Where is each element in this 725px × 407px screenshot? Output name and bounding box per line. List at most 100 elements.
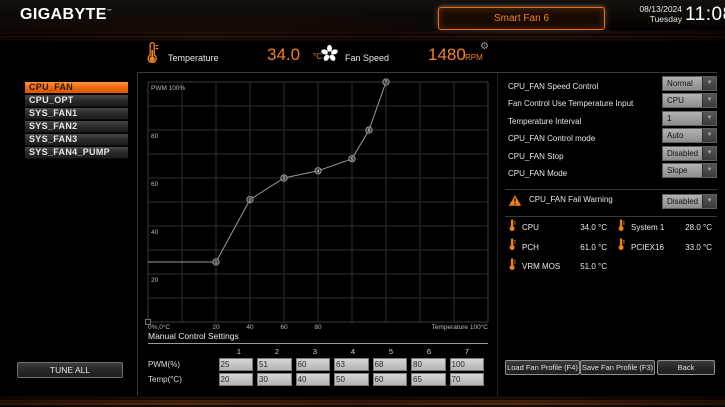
mcs-cell-temp-c-5[interactable]: 60	[373, 373, 408, 386]
sidebar-item-sys-fan4-pump[interactable]: SYS_FAN4_PUMP	[25, 147, 128, 159]
sidebar-item-sys-fan2[interactable]: SYS_FAN2	[25, 121, 128, 133]
mcs-cell-temp-c-2[interactable]: 30	[257, 373, 292, 386]
chevron-down-icon: ▼	[702, 112, 716, 125]
mcs-column-3: 3	[298, 347, 332, 356]
dropdown-cpu-fan-fail-warning[interactable]: Disabled ▼	[662, 194, 717, 209]
fail-warning-label: CPU_FAN Fail Warning	[529, 193, 613, 207]
setting-label: CPU_FAN Stop	[508, 152, 564, 161]
mcs-cell-temp-c-3[interactable]: 40	[296, 373, 331, 386]
tune-all-button[interactable]: TUNE ALL	[17, 362, 123, 378]
mcs-column-6: 6	[412, 347, 446, 356]
temperature-label: Temperature	[168, 53, 219, 63]
temperature-readings: CPU34.0 °CSystem 128.0 °CPCH61.0 °CPCIEX…	[508, 221, 717, 273]
warning-icon	[508, 194, 522, 212]
dropdown-value: Disabled	[663, 195, 702, 208]
mcs-cell-temp-c-1[interactable]: 20	[219, 373, 254, 386]
setting-row-temperature-interval: Temperature Interval1▼	[508, 111, 717, 128]
save-fan-profile-button[interactable]: Save Fan Profile (F3)	[580, 360, 655, 375]
mcs-column-5: 5	[374, 347, 408, 356]
thermometer-icon	[146, 42, 159, 70]
y-axis-top-label: PWM 100%	[151, 85, 186, 92]
dropdown-temperature-interval[interactable]: 1▼	[662, 111, 717, 126]
chevron-down-icon: ▼	[702, 195, 716, 208]
setting-row-cpu-fan-stop: CPU_FAN Stop Disabled▼	[508, 146, 717, 163]
dropdown-value: CPU	[663, 94, 702, 107]
mcs-cell-temp-c-6[interactable]: 65	[411, 373, 446, 386]
setting-label: CPU_FAN Control mode	[508, 134, 595, 143]
thermometer-icon	[508, 219, 517, 237]
dropdown-value: Slope	[663, 164, 702, 177]
mcs-cell-pwm-4[interactable]: 63	[334, 358, 369, 371]
fan-speed-value: 1480	[428, 45, 466, 65]
sidebar-item-sys-fan3[interactable]: SYS_FAN3	[25, 134, 128, 146]
temp-value: 28.0 °C	[685, 223, 712, 232]
divider-fail-top	[505, 189, 717, 190]
setting-label: CPU_FAN Mode	[508, 169, 567, 178]
divider-top	[137, 72, 717, 73]
divider-fail-bottom	[505, 216, 717, 217]
dropdown-cpu-fan-speed-control[interactable]: Normal▼	[662, 76, 717, 91]
x-tick-label: 60	[280, 324, 288, 331]
mcs-row-temp-c: Temp(°C)20304050606570	[148, 373, 488, 386]
x-tick-label: 20	[212, 324, 220, 331]
trademark: ™	[107, 9, 112, 15]
mcs-column-4: 4	[336, 347, 370, 356]
manual-control-title: Manual Control Settings	[148, 331, 488, 344]
dropdown-value: Disabled	[663, 147, 702, 160]
mcs-row-label: PWM(%)	[148, 360, 219, 369]
temp-value: 61.0 °C	[580, 243, 607, 252]
temp-reading-vrm-mos: VRM MOS51.0 °C	[508, 260, 607, 273]
thermometer-icon	[508, 238, 517, 256]
sidebar-item-sys-fan1[interactable]: SYS_FAN1	[25, 108, 128, 120]
temp-label: CPU	[522, 223, 539, 232]
sidebar-item-cpu-opt[interactable]: CPU_OPT	[25, 95, 128, 107]
logo-text: GIGABYTE	[20, 6, 107, 23]
fan-curve-chart[interactable]: PWM 100%806040200%,0°C20406080Temperatur…	[140, 76, 495, 334]
origin-marker	[146, 320, 151, 325]
sidebar-item-cpu-fan[interactable]: CPU_FAN	[25, 82, 128, 94]
top-streak-decoration	[0, 30, 725, 41]
temp-value: 51.0 °C	[580, 262, 607, 271]
fan-speed-unit: RPM	[465, 53, 483, 62]
y-tick-label: 60	[151, 181, 159, 188]
gear-icon[interactable]: ⚙	[480, 41, 489, 52]
mcs-cell-pwm-7[interactable]: 100	[450, 358, 485, 371]
dropdown-value: Auto	[663, 129, 702, 142]
temp-label: PCH	[522, 243, 539, 252]
mcs-cell-pwm-6[interactable]: 80	[411, 358, 446, 371]
mcs-column-1: 1	[222, 347, 256, 356]
mcs-cell-pwm-1[interactable]: 25	[219, 358, 254, 371]
load-fan-profile-button[interactable]: Load Fan Profile (F4)	[505, 360, 580, 375]
setting-row-cpu-fan-control-mode: CPU_FAN Control mode Auto▼	[508, 128, 717, 145]
setting-row-fan-control-use-temperature-input: Fan Control Use Temperature Input CPU▼	[508, 93, 717, 110]
temp-value: 33.0 °C	[685, 243, 712, 252]
temp-value: 34.0 °C	[580, 223, 607, 232]
setting-label: Fan Control Use Temperature Input	[508, 99, 633, 108]
mcs-cell-temp-c-7[interactable]: 70	[450, 373, 485, 386]
fan-channel-list: CPU_FANCPU_OPTSYS_FAN1SYS_FAN2SYS_FAN3SY…	[25, 82, 128, 160]
temp-reading-pciex16: PCIEX1633.0 °C	[617, 241, 712, 254]
mcs-cell-pwm-2[interactable]: 51	[257, 358, 292, 371]
fan-icon	[320, 44, 339, 68]
dropdown-fan-control-use-temperature-input[interactable]: CPU▼	[662, 93, 717, 108]
dropdown-cpu-fan-control-mode[interactable]: Auto▼	[662, 128, 717, 143]
smart-fan-screen: GIGABYTE™ Smart Fan 6 08/13/2024 Tuesday…	[0, 0, 725, 407]
x-tick-label: 40	[246, 324, 254, 331]
dropdown-cpu-fan-stop[interactable]: Disabled▼	[662, 146, 717, 161]
x-tick-label: 80	[314, 324, 322, 331]
mcs-cell-pwm-5[interactable]: 68	[373, 358, 408, 371]
manual-control-settings: Manual Control Settings 1234567 PWM(%)25…	[148, 331, 488, 386]
back-button[interactable]: Back	[657, 360, 715, 375]
x-axis-left-label: 0%,0°C	[148, 323, 170, 331]
chevron-down-icon: ▼	[702, 77, 716, 90]
mcs-cell-temp-c-4[interactable]: 50	[334, 373, 369, 386]
y-tick-label: 80	[151, 133, 159, 140]
mcs-cell-pwm-3[interactable]: 60	[296, 358, 331, 371]
tab-smart-fan-6[interactable]: Smart Fan 6	[438, 7, 605, 30]
divider-sidebar	[137, 72, 138, 396]
temperature-value: 34.0	[267, 45, 300, 65]
dropdown-cpu-fan-mode[interactable]: Slope▼	[662, 163, 717, 178]
dropdown-value: 1	[663, 112, 702, 125]
setting-row-cpu-fan-mode: CPU_FAN Mode Slope▼	[508, 163, 717, 180]
y-tick-label: 20	[151, 277, 159, 284]
